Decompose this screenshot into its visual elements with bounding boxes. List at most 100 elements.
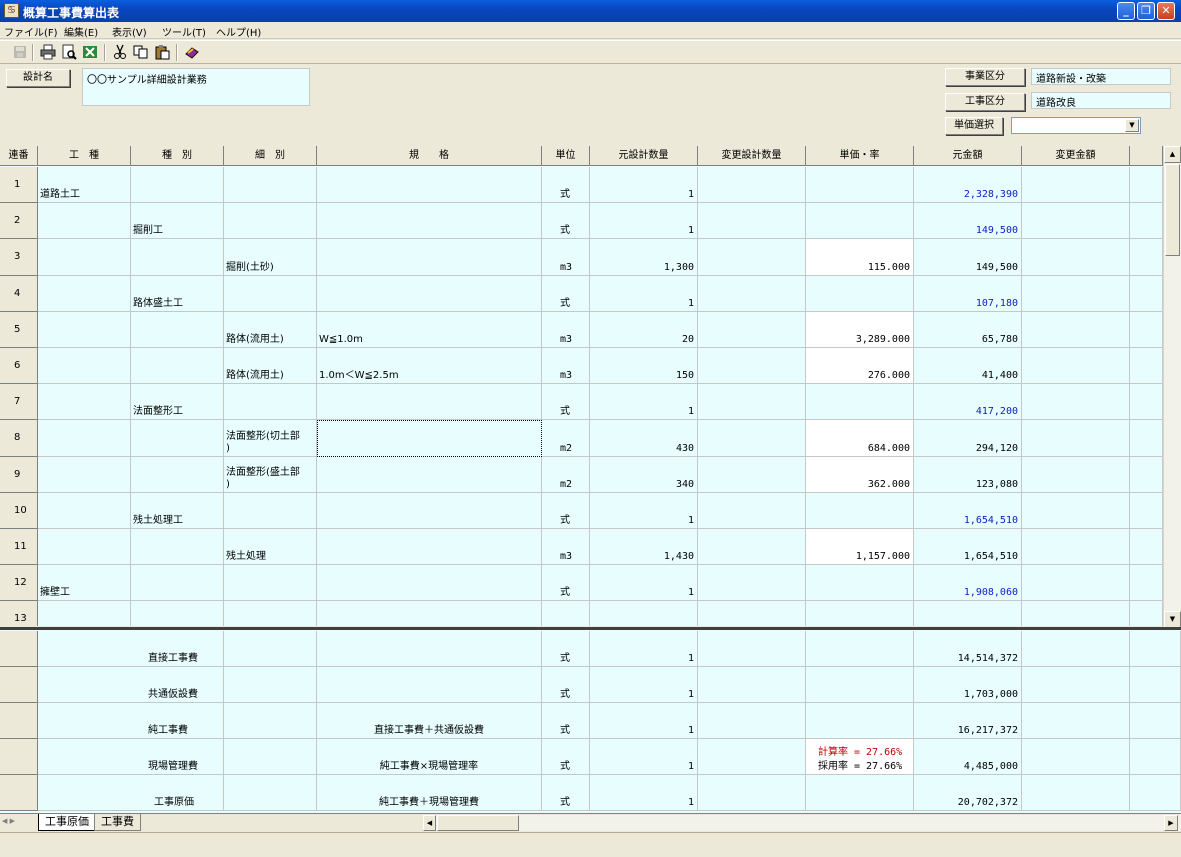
book-icon[interactable] [184, 44, 200, 60]
table-cell-changed-qty[interactable] [698, 239, 806, 276]
table-cell-changed-amount[interactable] [1022, 420, 1130, 457]
table-cell-unit[interactable]: m3 [542, 348, 590, 385]
table-cell-qty[interactable]: 1,300 [590, 239, 698, 276]
row-header[interactable]: 8 [0, 420, 38, 457]
summary-cell-formula[interactable] [317, 667, 542, 703]
row-header[interactable]: 9 [0, 456, 38, 493]
table-cell-koshu[interactable] [38, 239, 131, 276]
summary-cell-name[interactable]: 現場管理費 [38, 739, 224, 775]
table-cell-saibetsu[interactable] [224, 492, 317, 529]
row-header[interactable] [0, 739, 38, 775]
table-cell-rate[interactable] [806, 384, 914, 421]
table-cell-unit[interactable]: 式 [542, 565, 590, 602]
summary-cell-amount[interactable]: 16,217,372 [914, 703, 1022, 739]
table-cell-changed-amount[interactable] [1022, 565, 1130, 602]
table-cell-shubetsu[interactable] [131, 239, 224, 276]
table-cell-koshu[interactable] [38, 420, 131, 457]
project-class-field[interactable]: 道路新設・改築 [1031, 68, 1171, 85]
row-header[interactable] [0, 631, 38, 667]
excel-export-icon[interactable] [82, 44, 98, 60]
table-cell-unit[interactable] [542, 601, 590, 626]
table-cell-shubetsu[interactable] [131, 167, 224, 204]
summary-cell-rate[interactable]: 計算率 = 27.66% 採用率 = 27.66% [806, 739, 914, 775]
table-cell-changed-qty[interactable] [698, 348, 806, 385]
tab-construction-cost[interactable]: 工事費 [94, 814, 141, 831]
table-cell-qty[interactable]: 1 [590, 167, 698, 204]
table-cell-rate[interactable]: 115.000 [806, 239, 914, 276]
row-header[interactable] [0, 703, 38, 739]
table-cell-saibetsu[interactable]: ) 法面整形(盛土部 [224, 456, 317, 493]
table-cell-changed-amount[interactable] [1022, 203, 1130, 240]
summary-cell-unit[interactable]: 式 [542, 739, 590, 775]
table-cell-rate[interactable]: 1,157.000 [806, 529, 914, 566]
table-cell-saibetsu[interactable] [224, 203, 317, 240]
table-cell-kikaku[interactable] [317, 384, 542, 421]
summary-cell-rate[interactable] [806, 703, 914, 739]
table-cell-shubetsu[interactable]: 掘削工 [131, 203, 224, 240]
table-cell-koshu[interactable]: 擁壁工 [38, 565, 131, 602]
summary-cell-name[interactable]: 純工事費 [38, 703, 224, 739]
summary-cell-formula[interactable] [317, 631, 542, 667]
table-cell-amount[interactable] [914, 601, 1022, 626]
horizontal-scroll-thumb[interactable] [437, 815, 519, 831]
table-cell-rate[interactable] [806, 167, 914, 204]
row-header[interactable]: 7 [0, 384, 38, 421]
row-header[interactable]: 12 [0, 565, 38, 602]
menu-view[interactable]: 表示(V) [112, 24, 147, 39]
summary-cell-amount[interactable]: 20,702,372 [914, 775, 1022, 811]
column-header-col-no[interactable]: 連番 [0, 146, 38, 166]
print-icon[interactable] [40, 44, 56, 60]
table-cell-koshu[interactable] [38, 529, 131, 566]
table-cell-koshu[interactable] [38, 384, 131, 421]
table-cell-amount[interactable]: 417,200 [914, 384, 1022, 421]
table-cell-kikaku[interactable]: W≦1.0m [317, 311, 542, 348]
table-cell-amount[interactable]: 149,500 [914, 203, 1022, 240]
design-name-button[interactable]: 設計名 [6, 69, 70, 87]
summary-cell-qty[interactable]: 1 [590, 703, 698, 739]
table-cell-changed-amount[interactable] [1022, 384, 1130, 421]
table-cell-changed-amount[interactable] [1022, 167, 1130, 204]
save-icon[interactable] [12, 44, 28, 60]
table-cell-saibetsu[interactable] [224, 565, 317, 602]
table-cell-amount[interactable]: 1,908,060 [914, 565, 1022, 602]
column-header-col-changed-qty[interactable]: 変更設計数量 [698, 146, 806, 166]
table-cell-amount[interactable]: 41,400 [914, 348, 1022, 385]
summary-grid[interactable]: 直接工事費式 1 14,514,372 共通仮設費式 1 1,703,000 純工事費 直接工… [0, 630, 1181, 813]
summary-cell-qty[interactable]: 1 [590, 775, 698, 811]
summary-cell-amount[interactable]: 14,514,372 [914, 631, 1022, 667]
table-cell-saibetsu[interactable] [224, 167, 317, 204]
table-cell-kikaku[interactable] [317, 529, 542, 566]
table-cell-amount[interactable]: 2,328,390 [914, 167, 1022, 204]
table-cell-rate[interactable]: 276.000 [806, 348, 914, 385]
close-button[interactable]: ✕ [1157, 2, 1175, 20]
table-cell-shubetsu[interactable]: 法面整形工 [131, 384, 224, 421]
print-preview-icon[interactable] [61, 44, 77, 60]
table-cell-kikaku[interactable] [317, 565, 542, 602]
table-cell-changed-amount[interactable] [1022, 275, 1130, 312]
summary-cell-amount[interactable]: 4,485,000 [914, 739, 1022, 775]
summary-cell-rate[interactable] [806, 631, 914, 667]
unit-price-dropdown[interactable]: ▼ [1011, 117, 1141, 134]
table-cell-amount[interactable]: 294,120 [914, 420, 1022, 457]
summary-cell-rate[interactable] [806, 667, 914, 703]
table-cell-changed-amount[interactable] [1022, 456, 1130, 493]
table-cell-koshu[interactable] [38, 203, 131, 240]
summary-cell-unit[interactable]: 式 [542, 775, 590, 811]
table-cell-shubetsu[interactable]: 残土処理工 [131, 492, 224, 529]
table-cell-qty[interactable]: 20 [590, 311, 698, 348]
column-header-col-qty[interactable]: 元設計数量 [590, 146, 698, 166]
table-cell-unit[interactable]: 式 [542, 384, 590, 421]
table-cell-shubetsu[interactable] [131, 565, 224, 602]
menu-tools[interactable]: ツール(T) [162, 24, 206, 39]
chevron-down-icon[interactable]: ▼ [1125, 119, 1139, 132]
table-cell-changed-amount[interactable] [1022, 239, 1130, 276]
design-name-field[interactable]: 〇〇サンプル詳細設計業務 [82, 68, 310, 106]
table-cell-shubetsu[interactable] [131, 529, 224, 566]
table-cell-rate[interactable]: 3,289.000 [806, 311, 914, 348]
copy-icon[interactable] [133, 44, 149, 60]
minimize-button[interactable]: _ [1117, 2, 1135, 20]
table-cell-qty[interactable]: 1 [590, 384, 698, 421]
table-cell-changed-amount[interactable] [1022, 348, 1130, 385]
table-cell-koshu[interactable]: 道路土工 [38, 167, 131, 204]
row-header[interactable]: 11 [0, 529, 38, 566]
